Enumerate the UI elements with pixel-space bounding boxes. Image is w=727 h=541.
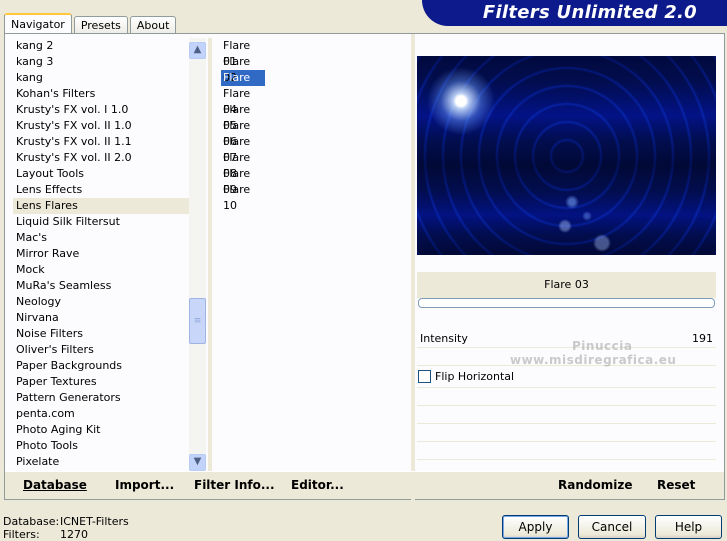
category-item[interactable]: Krusty's FX vol. II 1.1 [13, 134, 189, 150]
selected-filter-name: Flare 03 [417, 272, 716, 298]
category-list[interactable]: kang 2 kang 3 kang Kohan's Filters Krusty's … [13, 38, 189, 472]
category-item[interactable]: Photo Aging Kit [13, 422, 189, 438]
category-item[interactable]: penta.com [13, 406, 189, 422]
category-item[interactable]: Mock [13, 262, 189, 278]
category-item[interactable]: Paper Backgrounds [13, 358, 189, 374]
filter-item[interactable]: Flare 10 [221, 182, 265, 212]
filters-status-label: Filters: [3, 528, 40, 541]
category-item[interactable]: Lens Flares [13, 198, 189, 214]
intensity-value: 191 [692, 332, 713, 345]
category-item[interactable]: Mac's [13, 230, 189, 246]
flip-horizontal-checkbox[interactable] [418, 370, 431, 383]
category-item[interactable]: Krusty's FX vol. II 2.0 [13, 150, 189, 166]
filter-item[interactable]: Flare 02 [221, 54, 265, 84]
chevron-up-icon[interactable]: ▲ [189, 42, 206, 59]
randomize-button[interactable]: Randomize [558, 478, 632, 492]
filter-list[interactable]: Flare 01Flare 02Flare 03Flare 04Flare 05… [221, 38, 411, 472]
filter-item[interactable]: Flare 05 [221, 102, 265, 132]
flip-horizontal-label: Flip Horizontal [435, 370, 515, 383]
tab-strip: Navigator Presets About [4, 12, 178, 34]
progress-bar [418, 298, 715, 308]
app-title: Filters Unlimited 2.0 [482, 2, 697, 23]
divider [411, 34, 415, 501]
category-item[interactable]: Paper Textures [13, 374, 189, 390]
category-item[interactable]: Oliver's Filters [13, 342, 189, 358]
tab-navigator[interactable]: Navigator [4, 13, 72, 34]
category-item[interactable]: Noise Filters [13, 326, 189, 342]
help-button[interactable]: Help [655, 515, 722, 539]
database-status-label: Database: [3, 515, 60, 528]
navigator-toolbar: Database Import... Filter Info... Editor… [5, 471, 724, 499]
reset-button[interactable]: Reset [657, 478, 695, 492]
chevron-down-icon[interactable]: ▼ [189, 454, 206, 471]
tab-presets[interactable]: Presets [73, 16, 128, 34]
filter-info-button[interactable]: Filter Info... [194, 478, 275, 492]
flip-horizontal-option[interactable]: Flip Horizontal [417, 366, 716, 388]
filters-status-value: 1270 [60, 528, 88, 541]
status-area: Database: ICNET-Filters Filters: 1270 [3, 515, 129, 541]
category-item[interactable]: Liquid Silk Filtersut [13, 214, 189, 230]
filter-settings: Flare 03 Intensity 191 Flip Horizontal [417, 272, 716, 472]
editor-button[interactable]: Editor... [291, 478, 344, 492]
category-item[interactable]: Nirvana [13, 310, 189, 326]
category-item[interactable]: Krusty's FX vol. II 1.0 [13, 118, 189, 134]
divider [208, 38, 212, 472]
intensity-slider[interactable]: Intensity 191 [417, 330, 716, 348]
scroll-thumb[interactable]: ≡ [189, 298, 206, 344]
tab-about[interactable]: About [129, 16, 177, 34]
filter-item[interactable]: Flare 08 [221, 150, 265, 180]
category-item[interactable]: Krusty's FX vol. I 1.0 [13, 102, 189, 118]
category-item[interactable]: kang 2 [13, 38, 189, 54]
category-scrollbar[interactable]: ▲ ≡ ▼ [189, 38, 206, 472]
category-item[interactable]: Layout Tools [13, 166, 189, 182]
filter-item[interactable]: Flare 07 [221, 134, 265, 164]
category-item[interactable]: MuRa's Seamless [13, 278, 189, 294]
intensity-label: Intensity [420, 332, 468, 345]
grip-icon: ≡ [193, 316, 202, 326]
category-item[interactable]: kang 3 [13, 54, 189, 70]
filter-item[interactable]: Flare 01 [221, 38, 265, 68]
category-item[interactable]: Pixelate [13, 454, 189, 470]
database-status-value: ICNET-Filters [60, 515, 129, 528]
preview-image [417, 56, 716, 255]
category-item[interactable]: Pattern Generators [13, 390, 189, 406]
category-item[interactable]: Neology [13, 294, 189, 310]
category-item[interactable]: Photo Tools [13, 438, 189, 454]
app-banner: Filters Unlimited 2.0 [422, 0, 727, 26]
category-item[interactable]: Lens Effects [13, 182, 189, 198]
import-button[interactable]: Import... [115, 478, 174, 492]
navigator-panel: kang 2 kang 3 kang Kohan's Filters Krusty's … [4, 33, 725, 501]
filter-item[interactable]: Flare 04 [221, 86, 265, 116]
cancel-button[interactable]: Cancel [578, 515, 646, 539]
database-button[interactable]: Database [23, 478, 87, 492]
filter-item[interactable]: Flare 09 [221, 166, 265, 196]
filter-item[interactable]: Flare 03 [221, 70, 265, 100]
filter-item[interactable]: Flare 06 [221, 118, 265, 148]
category-item[interactable]: Mirror Rave [13, 246, 189, 262]
category-item[interactable]: Kohan's Filters [13, 86, 189, 102]
category-item[interactable]: kang [13, 70, 189, 86]
apply-button[interactable]: Apply [502, 515, 569, 539]
database-label: Database [23, 478, 87, 492]
